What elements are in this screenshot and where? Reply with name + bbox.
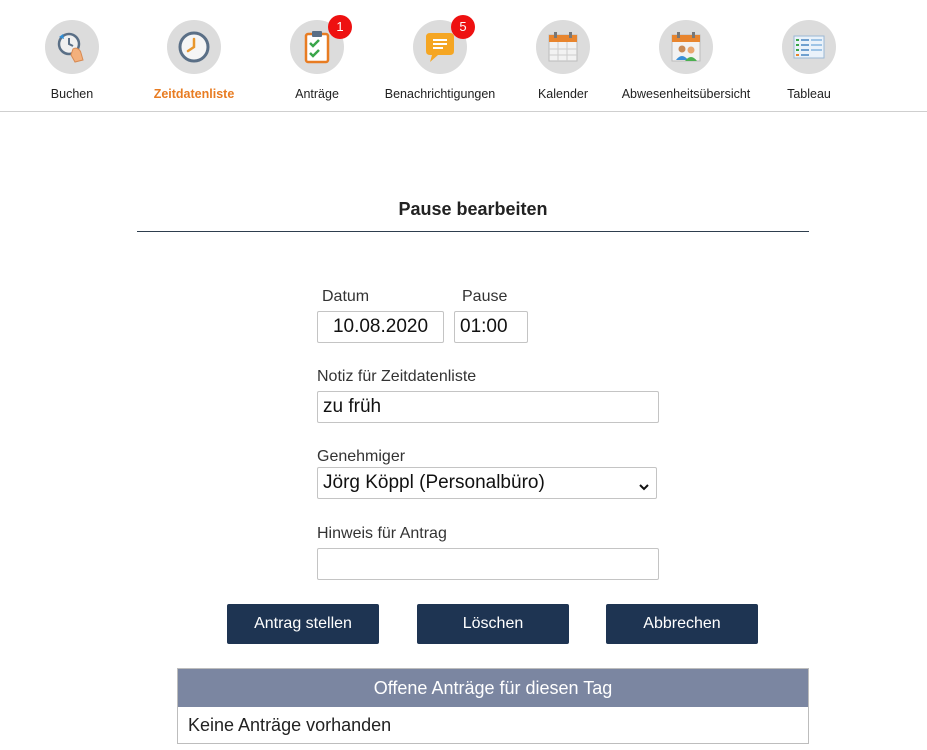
page-title: Pause bearbeiten <box>398 199 548 219</box>
nav-label-antraege: Anträge <box>295 87 339 101</box>
antraege-badge: 1 <box>328 15 352 39</box>
calendar-icon <box>536 20 590 74</box>
nav-item-tableau[interactable]: Tableau <box>739 20 879 101</box>
nav-label-buchen: Buchen <box>50 87 94 101</box>
open-requests-panel: Offene Anträge für diesen Tag Keine Antr… <box>177 668 809 744</box>
booking-clock-icon <box>45 20 99 74</box>
clipboard-check-icon: 1 <box>290 15 352 74</box>
antrag-stellen-button[interactable]: Antrag stellen <box>227 604 379 644</box>
pause-label: Pause <box>462 288 508 305</box>
hinweis-input[interactable] <box>317 548 659 580</box>
open-requests-empty-text: Keine Anträge vorhanden <box>188 715 392 735</box>
benachrichtigungen-badge: 5 <box>451 15 475 39</box>
nav-label-benachrichtigungen: Benachrichtigungen <box>384 87 496 101</box>
nav-label-kalender: Kalender <box>537 87 589 101</box>
top-navigation: Buchen Zeitdatenliste 1 Anträge 5 Benach… <box>0 0 927 112</box>
title-divider <box>137 231 809 232</box>
genehmiger-select[interactable]: Jörg Köppl (Personalbüro) <box>317 467 657 499</box>
notiz-label: Notiz für Zeitdatenliste <box>317 368 477 385</box>
datum-label: Datum <box>322 288 370 305</box>
absence-people-icon <box>659 20 713 74</box>
open-requests-header: Offene Anträge für diesen Tag <box>178 669 808 707</box>
datum-value: 10.08.2020 <box>332 316 429 337</box>
nav-item-buchen[interactable]: Buchen <box>2 20 142 101</box>
notiz-value: zu früh <box>323 396 382 417</box>
notiz-input[interactable]: zu früh <box>317 391 659 423</box>
hinweis-label: Hinweis für Antrag <box>317 525 447 542</box>
nav-item-benachrichtigungen[interactable]: 5 Benachrichtigungen <box>370 15 510 101</box>
nav-label-zeitdatenliste: Zeitdatenliste <box>153 87 235 101</box>
message-bubble-icon: 5 <box>413 15 475 74</box>
genehmiger-value: Jörg Köppl (Personalbüro) <box>323 472 545 493</box>
pause-value: 01:00 <box>460 316 508 337</box>
pause-input[interactable]: 01:00 <box>454 311 528 343</box>
abbrechen-button[interactable]: Abbrechen <box>606 604 758 644</box>
nav-label-tableau: Tableau <box>787 87 831 101</box>
nav-item-kalender[interactable]: Kalender <box>493 20 633 101</box>
loeschen-button[interactable]: Löschen <box>417 604 569 644</box>
datum-input[interactable]: 10.08.2020 <box>317 311 444 343</box>
nav-item-zeitdatenliste[interactable]: Zeitdatenliste <box>124 20 264 101</box>
genehmiger-label: Genehmiger <box>317 448 406 465</box>
nav-label-abwesenheitsuebersicht: Abwesenheitsübersicht <box>621 87 751 101</box>
clock-icon <box>167 20 221 74</box>
nav-item-antraege[interactable]: 1 Anträge <box>247 15 387 101</box>
chevron-down-icon <box>638 477 650 499</box>
table-grid-icon <box>782 20 836 74</box>
nav-item-abwesenheitsuebersicht[interactable]: Abwesenheitsübersicht <box>616 20 756 101</box>
